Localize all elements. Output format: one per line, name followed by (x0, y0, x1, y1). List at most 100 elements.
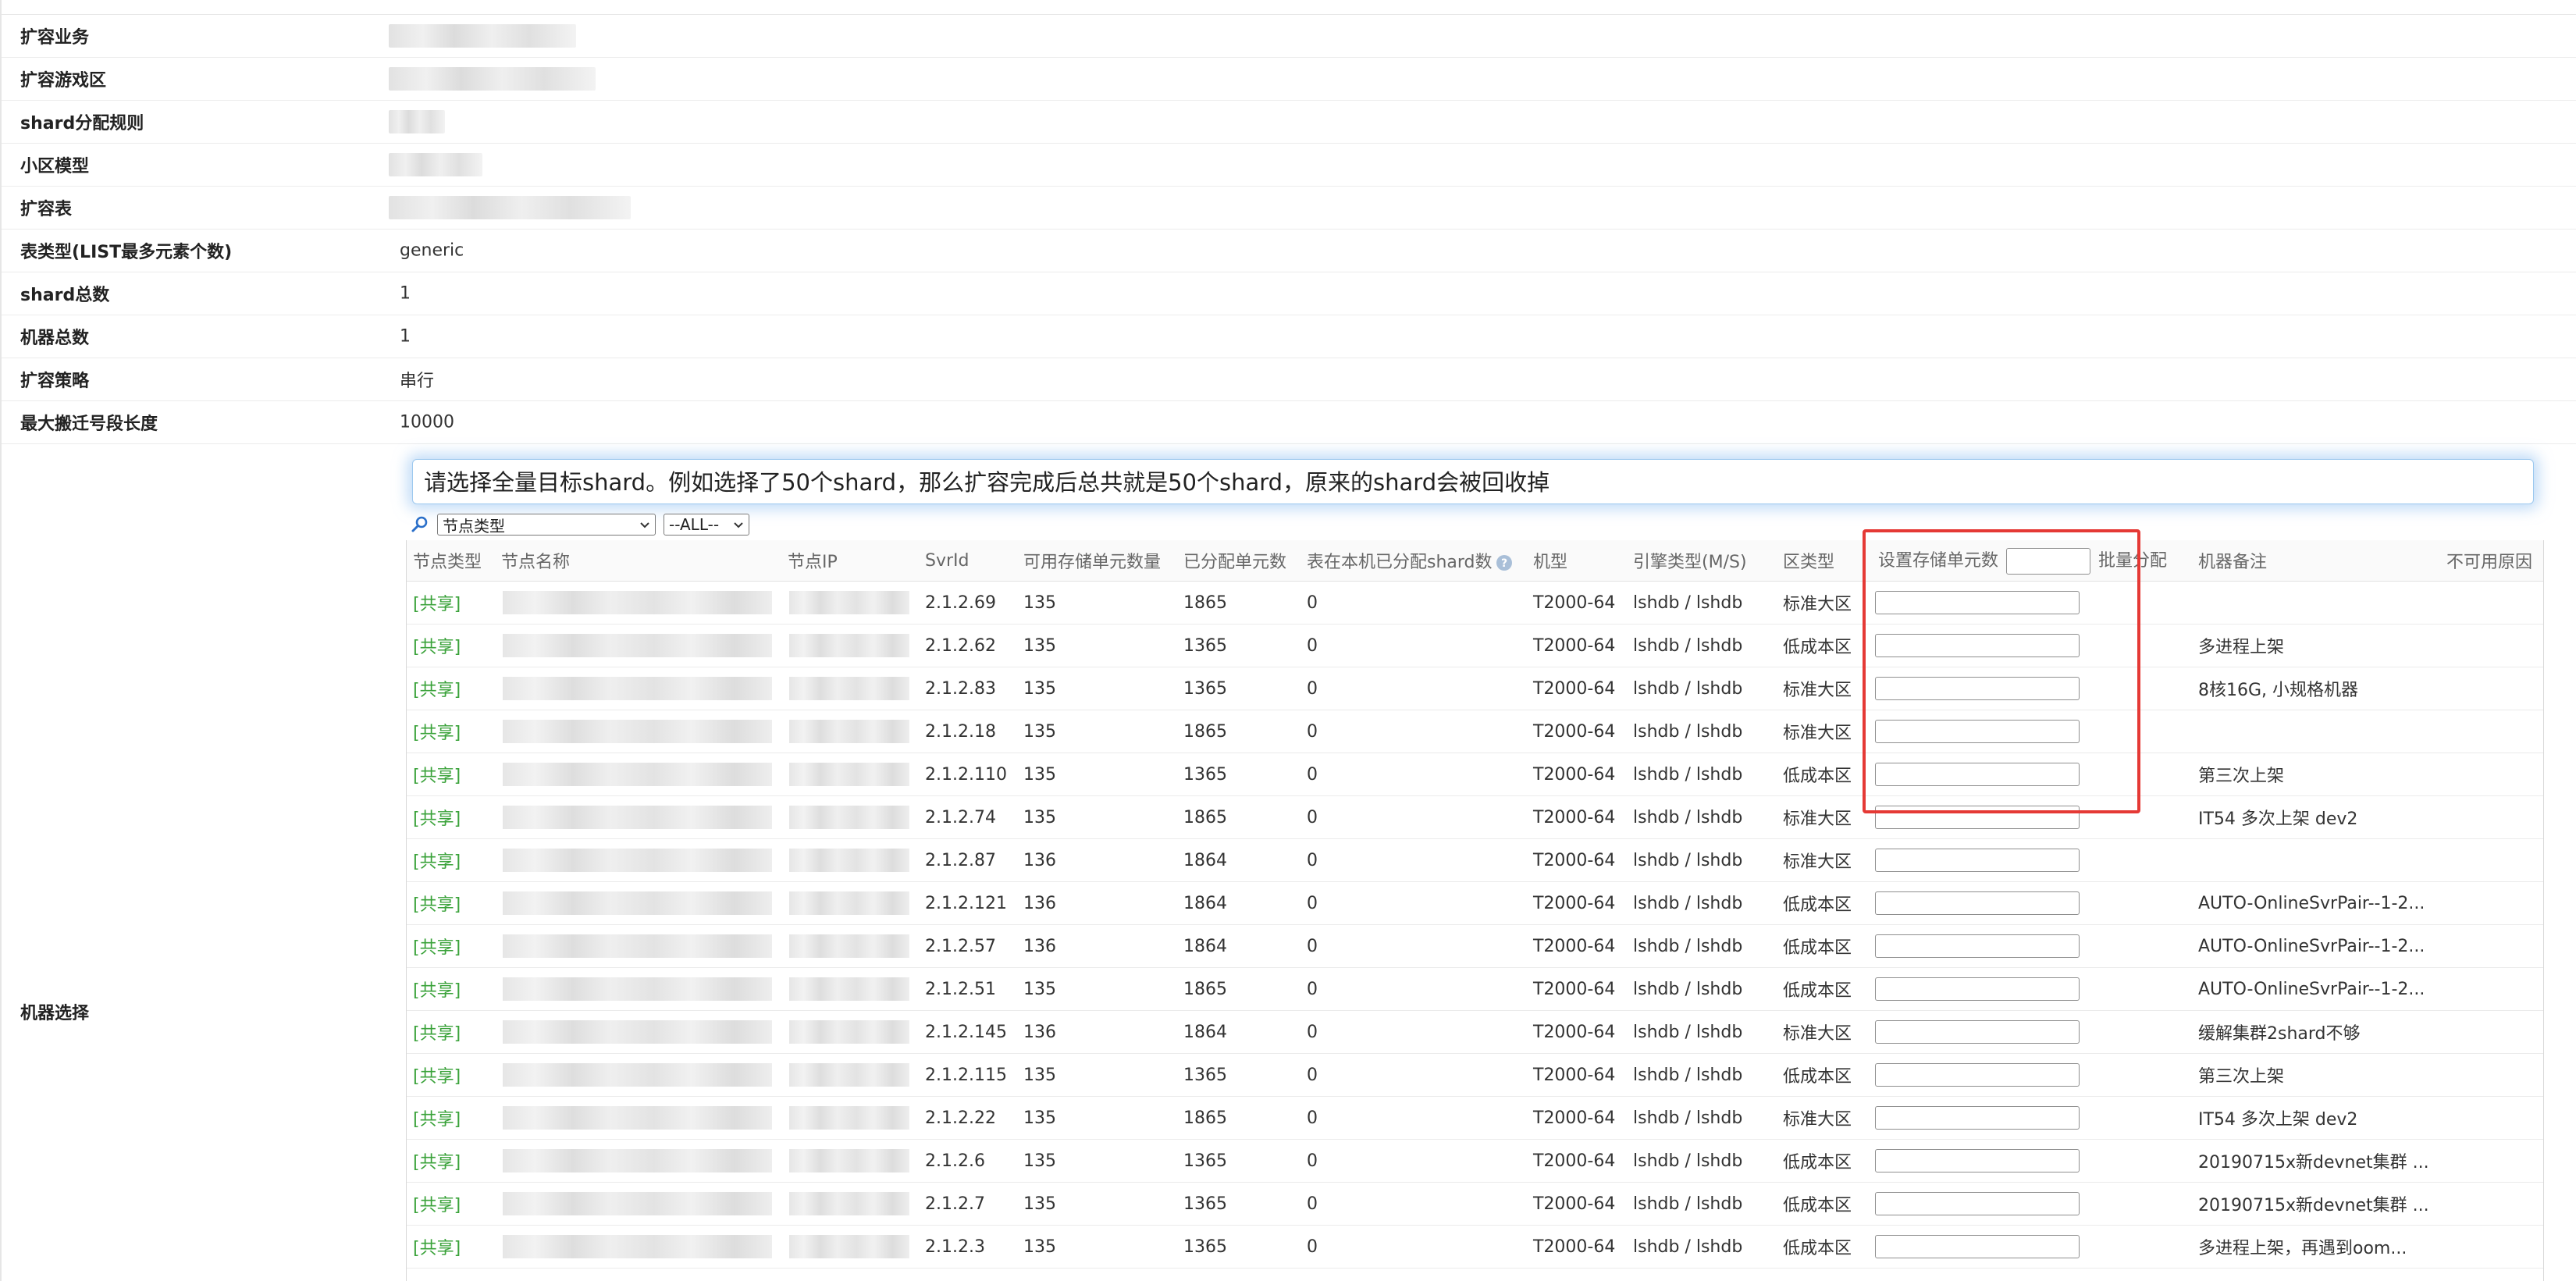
cell-text: 1864 (1183, 936, 1227, 956)
chevron-down-icon (640, 522, 649, 528)
shared-node-tag[interactable]: [共享] (407, 1191, 495, 1216)
storage-units-input[interactable] (1875, 934, 2080, 958)
cell-text: 0 (1307, 635, 1318, 656)
col-node-name: 节点名称 (495, 540, 781, 582)
storage-units-input[interactable] (1875, 634, 2080, 657)
table-row[interactable]: [共享] 2.1.2.18 135 1865 0 T2000-64 lshdb / lshd… (407, 710, 2543, 753)
shared-node-tag[interactable]: [共享] (407, 633, 495, 658)
cell-input (1872, 667, 2192, 710)
cell-avail: 135 (1017, 667, 1177, 710)
storage-units-input[interactable] (1875, 849, 2080, 872)
cell-ip (781, 1096, 919, 1140)
cell-ip (781, 753, 919, 796)
batch-units-input[interactable] (2006, 548, 2091, 575)
cell-text: 0 (1307, 1194, 1318, 1214)
table-row[interactable]: [共享] 2.1.2.57 136 1864 0 T2000-64 lshdb / lshd… (407, 924, 2543, 968)
cell-ip (781, 1053, 919, 1097)
col-local-shard: 表在本机已分配shard数? (1300, 540, 1527, 582)
cell-type: [共享] (407, 1182, 495, 1226)
table-row[interactable]: [共享] 2.1.2.74 135 1865 0 T2000-64 lshdb / lshd… (407, 795, 2543, 839)
all-filter-select[interactable]: --ALL-- (664, 514, 749, 536)
table-row[interactable]: [共享] 2.1.2.110 135 1365 0 T2000-64 lshdb / lsh… (407, 753, 2543, 796)
table-row[interactable]: [共享] 2.1.2.7 135 1365 0 T2000-64 lshdb / lshdb… (407, 1182, 2543, 1226)
table-row[interactable]: [共享] 2.1.2.6 135 1365 0 T2000-64 lshdb / lshdb… (407, 1139, 2543, 1183)
table-row[interactable]: [共享] 2.1.2.3 135 1365 0 T2000-64 lshdb / lshdb… (407, 1225, 2543, 1269)
cell-text: lshdb / lshdb (1633, 1022, 1743, 1042)
search-icon[interactable] (411, 515, 429, 534)
table-row[interactable]: [共享] 2.1.2.145 136 1864 0 T2000-64 lshdb / lsh… (407, 1010, 2543, 1054)
cell-text: 2.1.2.18 (925, 721, 996, 742)
shared-node-tag[interactable]: [共享] (407, 1234, 495, 1259)
cell-engine: lshdb / lshdb (1627, 924, 1777, 968)
redacted-ip (789, 1235, 909, 1258)
table-row[interactable]: [共享] 2.1.2.83 135 1365 0 T2000-64 lshdb / lshd… (407, 667, 2543, 710)
shared-node-tag[interactable]: [共享] (407, 977, 495, 1002)
shared-node-tag[interactable]: [共享] (407, 719, 495, 744)
cell-text: AUTO-OnlineSvrPair--1-2... (2198, 979, 2425, 999)
shared-node-tag[interactable]: [共享] (407, 590, 495, 615)
table-row[interactable]: [共享] 2.1.2.69 135 1865 0 T2000-64 lshdb / lshd… (407, 581, 2543, 624)
shared-node-tag[interactable]: [共享] (407, 891, 495, 916)
storage-units-input[interactable] (1875, 1149, 2080, 1172)
shared-node-tag[interactable]: [共享] (407, 1148, 495, 1173)
shared-node-tag[interactable]: [共享] (407, 1019, 495, 1044)
storage-units-input[interactable] (1875, 591, 2080, 614)
storage-units-input[interactable] (1875, 763, 2080, 786)
table-row[interactable]: [共享] 2.1.2.87 136 1864 0 T2000-64 lshdb / lshd… (407, 838, 2543, 882)
table-row[interactable]: [共享] 2.1.2.115 135 1365 0 T2000-64 lshdb / lsh… (407, 1053, 2543, 1097)
storage-units-input[interactable] (1875, 977, 2080, 1001)
cell-type: [共享] (407, 624, 495, 667)
cell-zone: 低成本区 (1777, 967, 1872, 1011)
info-label: 表类型(LIST最多元素个数) (20, 242, 233, 262)
cell-text: 标准大区 (1783, 595, 1852, 614)
cell-text: lshdb / lshdb (1633, 807, 1743, 827)
node-type-filter-value: 节点类型 (443, 516, 505, 536)
storage-units-input[interactable] (1875, 806, 2080, 829)
help-icon[interactable]: ? (1496, 554, 1513, 571)
storage-units-input[interactable] (1875, 677, 2080, 700)
cell-local: 0 (1300, 795, 1527, 839)
cell-unavail (2440, 753, 2543, 796)
storage-units-input[interactable] (1875, 1063, 2080, 1087)
cell-alloc: 1365 (1177, 624, 1300, 667)
shared-node-tag[interactable]: [共享] (407, 805, 495, 830)
shared-node-tag[interactable]: [共享] (407, 848, 495, 873)
cell-alloc: 1865 (1177, 1096, 1300, 1140)
cell-zone: 标准大区 (1777, 795, 1872, 839)
cell-text: T2000-64 (1533, 1022, 1616, 1042)
cell-zone: 低成本区 (1777, 624, 1872, 667)
cell-text: T2000-64 (1533, 850, 1616, 870)
cell-type: [共享] (407, 1139, 495, 1183)
shared-node-tag[interactable]: [共享] (407, 676, 495, 701)
storage-units-input[interactable] (1875, 1235, 2080, 1258)
table-row[interactable]: [共享] 2.1.2.62 135 1365 0 T2000-64 lshdb / lshd… (407, 624, 2543, 667)
cell-text: lshdb / lshdb (1633, 1237, 1743, 1257)
cell-engine: lshdb / lshdb (1627, 967, 1777, 1011)
storage-units-input[interactable] (1875, 1020, 2080, 1044)
shared-node-tag[interactable]: [共享] (407, 1105, 495, 1130)
storage-units-input[interactable] (1875, 720, 2080, 743)
cell-svrid: 2.1.2.7 (919, 1182, 1017, 1226)
node-type-filter-select[interactable]: 节点类型 (437, 514, 656, 536)
redacted-value (389, 195, 631, 219)
cell-text: 1865 (1183, 979, 1227, 999)
storage-units-input[interactable] (1875, 1106, 2080, 1130)
table-row[interactable]: [共享] 2.1.2.51 135 1865 0 T2000-64 lshdb / lshd… (407, 967, 2543, 1011)
table-row[interactable]: [共享] 2.1.2.22 135 1865 0 T2000-64 lshdb / lshd… (407, 1096, 2543, 1140)
expansion-config-page: 扩容业务 扩容游戏区 shard分配规则 小区模型 扩容表 表类型(LIST最多元素个数)… (0, 0, 2576, 1281)
cell-text: 低成本区 (1783, 1067, 1852, 1087)
redacted-ip (789, 720, 909, 743)
cell-zone: 低成本区 (1777, 1053, 1872, 1097)
storage-units-input[interactable] (1875, 1192, 2080, 1215)
table-row[interactable]: [共享] 2.1.2.121 136 1864 0 T2000-64 lshdb / lsh… (407, 881, 2543, 925)
storage-units-input[interactable] (1875, 891, 2080, 915)
cell-text: 2.1.2.7 (925, 1194, 985, 1214)
cell-avail: 135 (1017, 1225, 1177, 1269)
shared-node-tag[interactable]: [共享] (407, 1062, 495, 1087)
shared-node-tag[interactable]: [共享] (407, 934, 495, 959)
shared-node-tag[interactable]: [共享] (407, 762, 495, 787)
cell-remark: 20190715x新devnet集群 ... (2192, 1139, 2440, 1183)
cell-ip (781, 1225, 919, 1269)
cell-model: T2000-64 (1527, 795, 1627, 839)
cell-avail: 135 (1017, 753, 1177, 796)
